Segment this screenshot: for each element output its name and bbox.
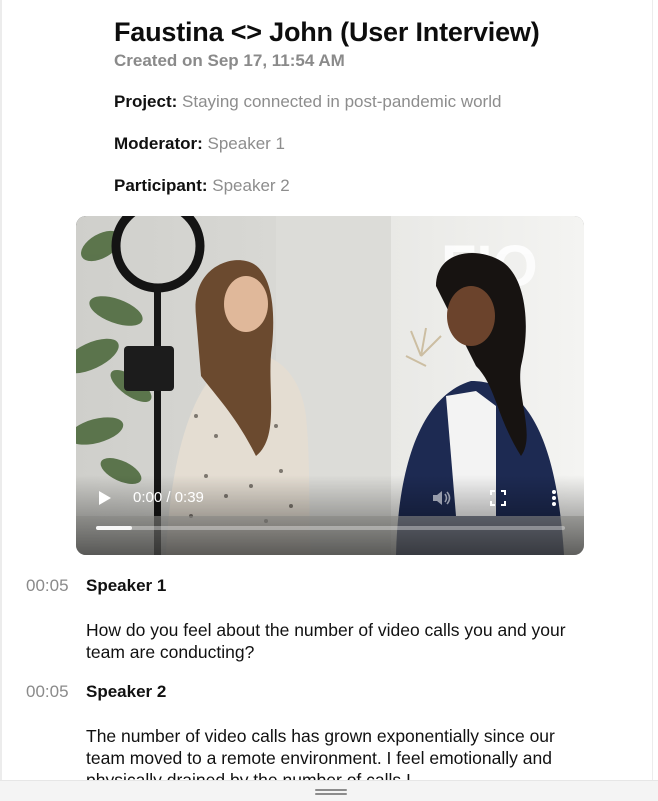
video-player[interactable]: FIO [76, 216, 584, 555]
resize-handle-icon[interactable] [315, 789, 347, 797]
video-progress-fill [96, 526, 133, 530]
volume-icon[interactable] [431, 488, 453, 508]
video-progress-bar[interactable] [96, 526, 565, 530]
transcript-timestamp[interactable]: 00:05 [26, 574, 69, 598]
scrollbar-track[interactable] [652, 0, 653, 800]
participant-row: Participant: Speaker 2 [114, 174, 290, 198]
page-title: Faustina <> John (User Interview) [114, 17, 540, 47]
created-date: Created on Sep 17, 11:54 AM [114, 51, 345, 70]
participant-label: Participant: [114, 176, 208, 195]
moderator-value: Speaker 1 [207, 134, 286, 153]
transcript-timestamp[interactable]: 00:05 [26, 680, 69, 704]
project-row: Project: Staying connected in post-pande… [114, 90, 501, 114]
more-options-icon[interactable] [550, 488, 558, 508]
moderator-label: Moderator: [114, 134, 203, 153]
transcript-speaker: Speaker 2 [86, 682, 167, 701]
video-controls-overlay [76, 475, 584, 555]
left-border [0, 0, 2, 800]
transcript-text: How do you feel about the number of vide… [86, 620, 566, 662]
interview-header: Faustina <> John (User Interview) Create… [114, 14, 634, 72]
bottom-panel-bar [0, 780, 658, 801]
project-value: Staying connected in post-pandemic world [182, 92, 502, 111]
video-time: 0:00 / 0:39 [133, 489, 204, 506]
participant-value: Speaker 2 [212, 176, 290, 195]
project-label: Project: [114, 92, 178, 111]
fullscreen-icon[interactable] [490, 490, 506, 506]
moderator-row: Moderator: Speaker 1 [114, 132, 285, 156]
transcript-speaker: Speaker 1 [86, 576, 167, 595]
play-icon[interactable] [98, 490, 112, 506]
